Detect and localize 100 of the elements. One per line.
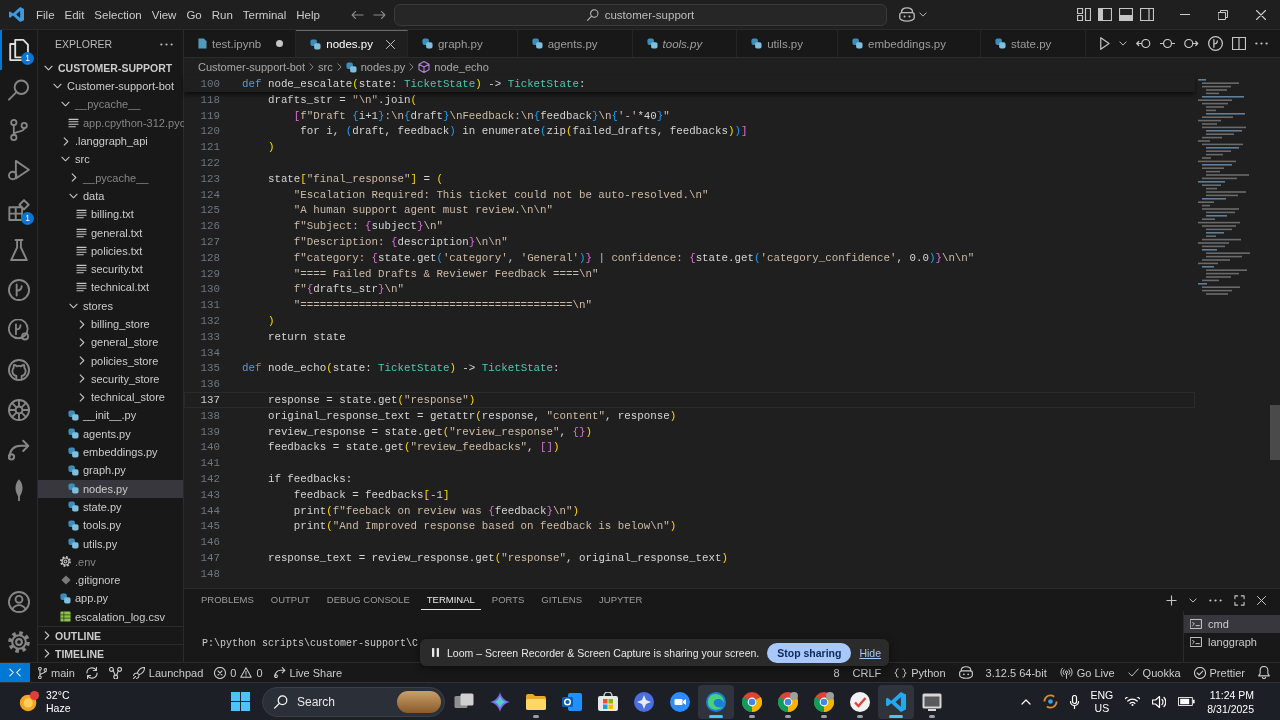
tree-item[interactable]: app.py (38, 589, 183, 608)
quokka-status[interactable]: Quokka (1127, 666, 1181, 679)
section-header[interactable]: CUSTOMER-SUPPORT (38, 58, 183, 77)
account-icon[interactable] (7, 591, 30, 613)
panel-tab[interactable]: DEBUG CONSOLE (320, 590, 416, 610)
close-icon[interactable] (1256, 9, 1266, 20)
editor-tab[interactable]: embeddings.py (838, 30, 981, 57)
flask-icon[interactable] (7, 239, 30, 261)
more-icon[interactable] (1255, 42, 1268, 45)
tree-item[interactable]: src (38, 150, 183, 169)
bell-icon[interactable] (1258, 666, 1270, 679)
menu-item[interactable]: Selection (89, 3, 147, 26)
tree-item[interactable]: escalation_log.csv (38, 607, 183, 626)
scrollbar-thumb[interactable] (1270, 405, 1280, 460)
editor-tab[interactable]: graph.py (407, 30, 518, 57)
language-button[interactable]: ENG US (1090, 688, 1114, 715)
arrow-left-icon[interactable] (350, 9, 364, 20)
tree-item[interactable]: graph.py (38, 461, 183, 480)
settings-icon[interactable] (7, 631, 30, 653)
volume-icon[interactable] (1152, 695, 1167, 708)
caret-icon[interactable] (1119, 41, 1127, 46)
menu-item[interactable]: Help (291, 3, 325, 26)
tree-item[interactable]: .gitignore (38, 571, 183, 590)
close-icon[interactable] (1257, 595, 1266, 605)
tree-item[interactable]: utils.py (38, 534, 183, 553)
tree-item[interactable]: __pycache__ (38, 95, 183, 114)
battery-icon[interactable] (1178, 697, 1196, 706)
sidebar-right-icon[interactable] (1140, 8, 1154, 21)
editor-tab[interactable]: nodes.py (296, 30, 408, 57)
panel-tab[interactable]: GITLENS (535, 590, 588, 610)
branch-circle-icon[interactable] (7, 279, 30, 301)
tree-item[interactable]: policies.txt (38, 241, 183, 260)
menu-item[interactable]: Go (181, 3, 207, 26)
graph-nodes-icon[interactable] (108, 666, 122, 679)
breadcrumb-item[interactable]: nodes.py (345, 61, 406, 73)
pause-icon[interactable] (432, 648, 439, 657)
more-icon[interactable] (1209, 598, 1222, 602)
microphone-icon[interactable] (1069, 694, 1079, 709)
branch-circle-icon[interactable] (1208, 36, 1223, 51)
source-control-icon[interactable] (7, 119, 30, 141)
panel-tab[interactable]: PORTS (485, 590, 531, 610)
share-arrow-icon[interactable] (7, 439, 30, 461)
arrow-right-icon[interactable] (372, 9, 386, 20)
caret-icon[interactable] (1189, 597, 1197, 603)
breadcrumb-item[interactable]: Customer-support-bot (198, 61, 305, 73)
circle-arrow-right-icon[interactable] (1184, 39, 1199, 48)
launchpad-status[interactable]: Launchpad (132, 666, 204, 679)
panel-tab[interactable]: PROBLEMS (195, 590, 260, 610)
live-share-status[interactable]: Live Share (273, 666, 343, 679)
editor-tab[interactable]: agents.py (517, 30, 633, 57)
sidebar-left-icon[interactable] (1098, 8, 1112, 21)
plus-icon[interactable] (1166, 594, 1177, 606)
split-editor-icon[interactable] (1232, 37, 1246, 50)
tree-item[interactable]: nodes.py (38, 479, 183, 498)
run-debug-icon[interactable] (7, 159, 30, 181)
tree-item[interactable]: technical.txt (38, 278, 183, 297)
tree-item[interactable]: general_store (38, 333, 183, 352)
menu-item[interactable]: Terminal (237, 3, 292, 26)
wifi-icon[interactable] (1125, 697, 1141, 706)
caret-icon[interactable] (918, 12, 927, 17)
maximize-icon[interactable] (1234, 594, 1245, 606)
tree-item[interactable]: security.txt (38, 259, 183, 279)
status-item[interactable]: CRLF (852, 666, 882, 679)
circle-line-icon[interactable] (1160, 39, 1175, 48)
robot-face-icon[interactable] (898, 7, 915, 22)
editor-tab[interactable]: state.py (981, 30, 1087, 57)
start-icon[interactable] (230, 692, 250, 711)
tree-item[interactable]: policies_store (38, 351, 183, 370)
helm-wheel-icon[interactable] (7, 399, 30, 421)
tree-item[interactable]: stores (38, 296, 183, 315)
branch-status[interactable]: main (38, 666, 75, 679)
tree-item[interactable]: tools.py (38, 516, 183, 535)
sync-icon[interactable] (85, 666, 98, 679)
restore-icon[interactable] (1218, 9, 1228, 20)
circle-arrow-left-icon[interactable] (1136, 39, 1151, 48)
status-item[interactable]: 3.12.5 64-bit (985, 666, 1047, 679)
menu-item[interactable]: Run (206, 3, 238, 26)
breadcrumb-item[interactable]: src (318, 61, 333, 73)
command-center[interactable]: customer-support (393, 3, 887, 26)
section-header[interactable]: OUTLINE (38, 626, 183, 644)
editor-tab[interactable]: utils.py (737, 30, 838, 57)
breadcrumb-item[interactable]: node_echo (418, 61, 489, 73)
tree-item[interactable]: Customer-support-bot (38, 77, 183, 96)
language-status[interactable]: Python (894, 666, 946, 679)
menu-item[interactable]: File (31, 3, 60, 26)
layout-icon[interactable] (1077, 8, 1091, 21)
close-icon[interactable] (386, 39, 396, 49)
more-icon[interactable] (160, 42, 173, 46)
panel-tab[interactable]: OUTPUT (264, 590, 316, 610)
terminal-list-item[interactable]: langgraph (1184, 633, 1280, 651)
search-icon[interactable] (7, 79, 30, 101)
chevron-up-icon[interactable] (1020, 698, 1031, 705)
editor-tab[interactable]: tools.py (632, 30, 738, 57)
panel-tab[interactable]: TERMINAL (420, 590, 481, 610)
prettier-status[interactable]: Prettier (1193, 666, 1245, 679)
weather-widget[interactable]: 32°C Haze (18, 688, 71, 715)
ring-icon[interactable] (1042, 694, 1058, 709)
stop-sharing-button[interactable]: Stop sharing (767, 642, 852, 663)
go-live-status[interactable]: Go Live (1059, 666, 1115, 679)
taskbar-button[interactable] (698, 684, 734, 719)
